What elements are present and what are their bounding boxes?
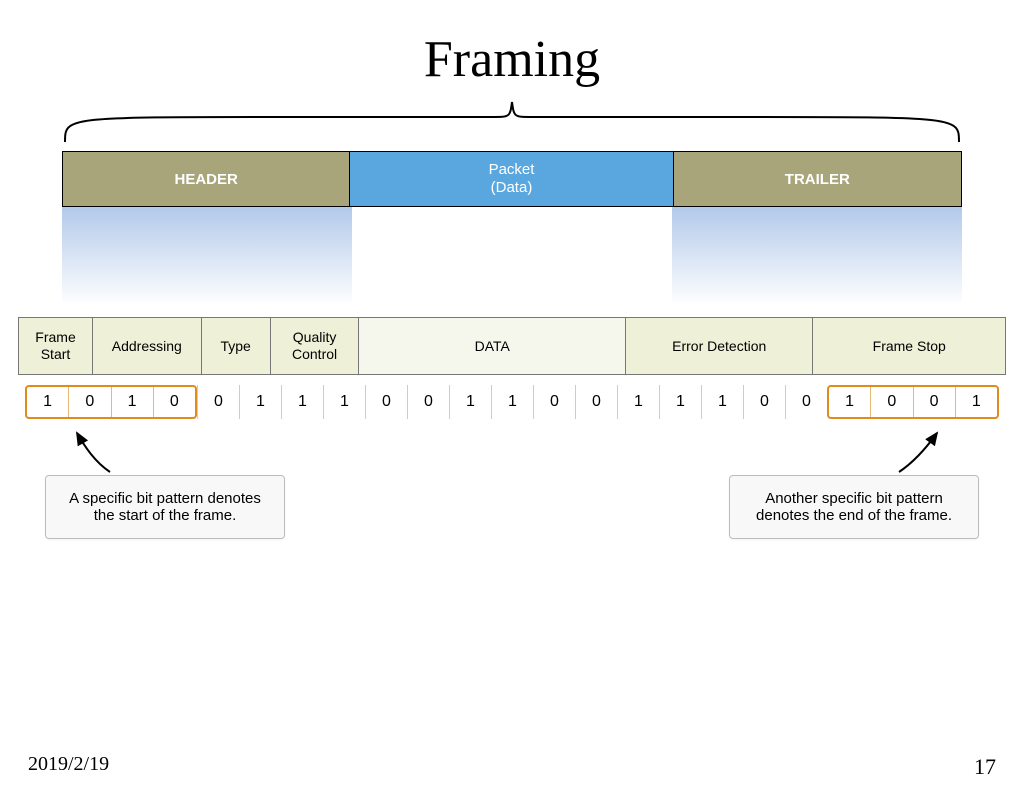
bit-cell: 0 [197,385,240,419]
bit-cell: 1 [112,387,154,417]
bit-cell: 0 [576,385,618,419]
field-frame-start: Frame Start [19,318,93,374]
payload-bits: 0 1 1 1 0 0 1 1 0 0 1 1 1 0 0 [197,385,827,419]
top-frame-structure: HEADER Packet (Data) TRAILER [62,151,962,207]
field-frame-stop: Frame Stop [813,318,1005,374]
footer-date: 2019/2/19 [28,753,109,776]
bit-cell: 1 [829,387,871,417]
slide-title: Framing [0,30,1024,89]
bit-cell: 0 [69,387,111,417]
start-flag-group: 1 0 1 0 [25,385,197,419]
field-type: Type [202,318,271,374]
bit-cell: 1 [492,385,534,419]
segment-header: HEADER [63,152,350,206]
field-quality-control: Quality Control [271,318,360,374]
bit-cell: 1 [324,385,366,419]
callout-start-pattern: A specific bit pattern denotes the start… [45,475,285,539]
header-expansion-fan [62,207,352,317]
arrow-start-icon [55,427,135,477]
callouts-area: A specific bit pattern denotes the start… [25,427,999,587]
bit-cell: 0 [366,385,408,419]
segment-packet: Packet (Data) [350,152,673,206]
expansion-zone [18,207,1006,317]
bit-cell: 0 [408,385,450,419]
callout-end-pattern: Another specific bit pattern denotes the… [729,475,979,539]
top-brace [60,97,964,147]
bit-cell: 1 [618,385,660,419]
bit-cell: 1 [702,385,744,419]
packet-label-line1: Packet [489,161,535,179]
detail-frame-structure: Frame Start Addressing Type Quality Cont… [18,317,1006,375]
bit-cell: 0 [154,387,195,417]
bit-stream-row: 1 0 1 0 0 1 1 1 0 0 1 1 0 0 1 1 1 0 0 1 … [25,385,999,419]
packet-label-line2: (Data) [489,179,535,197]
field-error-detection: Error Detection [626,318,814,374]
bit-cell: 1 [956,387,997,417]
bit-cell: 0 [786,385,827,419]
bit-cell: 1 [240,385,282,419]
bit-cell: 1 [450,385,492,419]
bit-cell: 1 [27,387,69,417]
segment-trailer: TRAILER [674,152,961,206]
end-flag-group: 1 0 0 1 [827,385,999,419]
bit-cell: 0 [914,387,956,417]
footer-page-number: 17 [974,754,996,780]
bit-cell: 0 [744,385,786,419]
bit-cell: 1 [282,385,324,419]
field-addressing: Addressing [93,318,202,374]
bit-cell: 1 [660,385,702,419]
arrow-end-icon [879,427,959,477]
bit-cell: 0 [871,387,913,417]
bit-cell: 0 [534,385,576,419]
field-data: DATA [359,318,625,374]
trailer-expansion-fan [672,207,962,317]
